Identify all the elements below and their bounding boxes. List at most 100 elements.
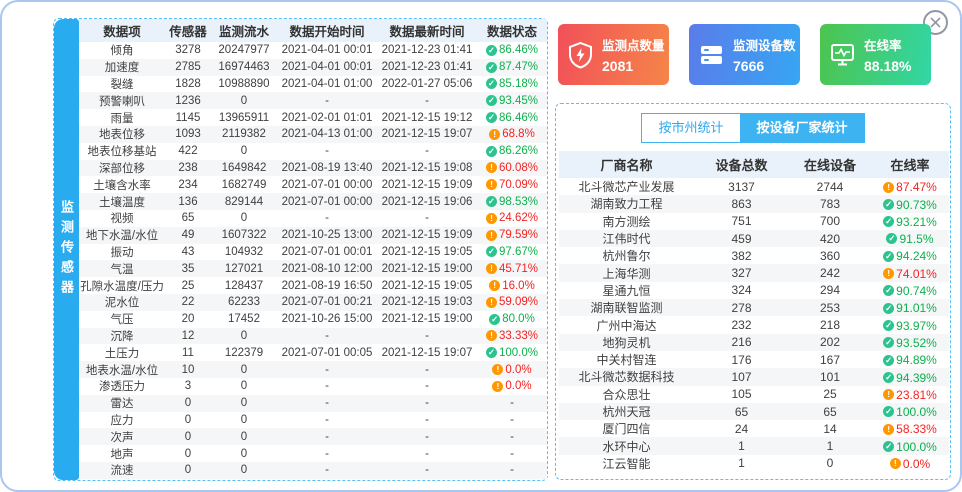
table-row: 土压力111223792021-07-01 00:052021-12-15 19… xyxy=(79,344,547,361)
cell: 107 xyxy=(694,368,789,385)
status-cell: ✓85.18% xyxy=(477,76,547,93)
status-value: 94.24% xyxy=(896,249,937,263)
cell: 应力 xyxy=(79,412,165,429)
cell: 1649842 xyxy=(211,160,277,177)
tab-1[interactable]: 按设备厂家统计 xyxy=(740,113,865,143)
cell: 1 xyxy=(789,437,871,454)
cell: 783 xyxy=(789,195,871,212)
cell: 0 xyxy=(165,395,211,412)
vendor-stats-panel: 按市州统计按设备厂家统计 厂商名称设备总数在线设备在线率 北斗微芯产业发展313… xyxy=(555,103,951,480)
status-cell: ✓100.0% xyxy=(871,437,949,454)
column-header: 数据最新时间 xyxy=(377,19,477,42)
table-row: 广州中海达232218✓93.97% xyxy=(559,316,949,333)
cell: 0 xyxy=(789,455,871,472)
cell: 2021-12-15 19:09 xyxy=(377,176,477,193)
status-cell: ✓100.0% xyxy=(871,403,949,420)
vendor-table: 厂商名称设备总数在线设备在线率 北斗微芯产业发展31372744!87.47%湖… xyxy=(559,151,949,472)
status-value: 0.0% xyxy=(505,380,531,392)
cell: 17452 xyxy=(211,311,277,328)
cell: 11 xyxy=(165,344,211,361)
cell: 101 xyxy=(789,368,871,385)
status-cell: - xyxy=(477,428,547,445)
cell: 南方测绘 xyxy=(559,213,694,230)
status-value: 87.47% xyxy=(499,61,538,73)
status-value: 74.01% xyxy=(896,267,937,281)
status-ok-icon: ✓ xyxy=(486,347,497,358)
stat-card-device-count: 监测设备数 7666 xyxy=(689,24,800,85)
cell: 360 xyxy=(789,247,871,264)
table-row: 上海华测327242!74.01% xyxy=(559,264,949,281)
cell: 2021-07-01 00:00 xyxy=(277,176,377,193)
cell: - xyxy=(277,445,377,462)
cell: 43 xyxy=(165,244,211,261)
sensor-table-container: 数据项传感器监测流水数据开始时间数据最新时间数据状态 倾角32782024797… xyxy=(79,19,547,480)
cell: 104932 xyxy=(211,244,277,261)
table-row: 地表水温/水位100--!0.0% xyxy=(79,361,547,378)
cell: 863 xyxy=(694,195,789,212)
status-cell: ✓86.46% xyxy=(477,109,547,126)
cell: 2022-01-27 05:06 xyxy=(377,76,477,93)
cell: 2021-10-25 13:00 xyxy=(277,227,377,244)
table-row: 星通九恒324294✓90.74% xyxy=(559,282,949,299)
table-row: 土壤温度1368291442021-07-01 00:002021-12-15 … xyxy=(79,193,547,210)
tab-0[interactable]: 按市州统计 xyxy=(641,113,740,143)
stat-card-label: 监测点数量 xyxy=(602,35,665,54)
cell: 20 xyxy=(165,311,211,328)
status-ok-icon: ✓ xyxy=(883,199,894,210)
cell: 1607322 xyxy=(211,227,277,244)
status-value: 60.08% xyxy=(499,162,538,174)
cell: 2021-07-01 00:00 xyxy=(277,193,377,210)
cell: 气温 xyxy=(79,260,165,277)
status-value: 70.09% xyxy=(499,179,538,191)
cell: 江伟时代 xyxy=(559,230,694,247)
stat-card-value: 88.18% xyxy=(864,58,911,74)
cell: 13965911 xyxy=(211,109,277,126)
status-ok-icon: ✓ xyxy=(486,146,497,157)
cell: 2021-12-15 19:03 xyxy=(377,294,477,311)
cell: 242 xyxy=(789,264,871,281)
cell: 2021-04-01 00:01 xyxy=(277,59,377,76)
cell: 3 xyxy=(165,378,211,395)
dashboard-dialog: 监测传感器 数据项传感器监测流水数据开始时间数据最新时间数据状态 倾角32782… xyxy=(0,0,962,492)
cell: 2021-07-01 00:01 xyxy=(277,244,377,261)
cell: - xyxy=(377,143,477,160)
cell: 751 xyxy=(694,213,789,230)
cell: 327 xyxy=(694,264,789,281)
cell: 65 xyxy=(165,210,211,227)
stat-card-monitor-points: 监测点数量 2081 xyxy=(558,24,669,85)
cell: 预警喇叭 xyxy=(79,92,165,109)
sensor-panel-label: 监测传感器 xyxy=(57,200,76,300)
status-cell: ✓100.0% xyxy=(477,344,547,361)
cell: 1 xyxy=(694,455,789,472)
cell: 420 xyxy=(789,230,871,247)
status-cell: !59.09% xyxy=(477,294,547,311)
status-ok-icon: ✓ xyxy=(486,196,497,207)
status-cell: ✓98.53% xyxy=(477,193,547,210)
status-cell: !58.33% xyxy=(871,420,949,437)
cell: 广州中海达 xyxy=(559,316,694,333)
cell: 2021-07-01 00:21 xyxy=(277,294,377,311)
status-warn-icon: ! xyxy=(890,458,901,469)
status-cell: ✓86.26% xyxy=(477,143,547,160)
stat-card-label: 监测设备数 xyxy=(733,35,796,54)
cell: 10988890 xyxy=(211,76,277,93)
status-warn-icon: ! xyxy=(489,280,500,291)
status-cell: ✓90.73% xyxy=(871,195,949,212)
status-cell: !23.81% xyxy=(871,386,949,403)
status-cell: !87.47% xyxy=(871,178,949,195)
cell: 253 xyxy=(789,299,871,316)
status-ok-icon: ✓ xyxy=(489,314,500,325)
table-row: 流速00--- xyxy=(79,462,547,479)
cell: 星通九恒 xyxy=(559,282,694,299)
status-ok-icon: ✓ xyxy=(486,78,497,89)
cell: - xyxy=(377,395,477,412)
status-value: 87.47% xyxy=(896,180,937,194)
column-header: 厂商名称 xyxy=(559,151,694,178)
cell: 地表位移基站 xyxy=(79,143,165,160)
cell: 湖南联智监测 xyxy=(559,299,694,316)
status-value: 94.39% xyxy=(896,370,937,384)
status-cell: ✓80.0% xyxy=(477,311,547,328)
status-warn-icon: ! xyxy=(486,297,497,308)
cell: 气压 xyxy=(79,311,165,328)
column-header: 在线率 xyxy=(871,151,949,178)
